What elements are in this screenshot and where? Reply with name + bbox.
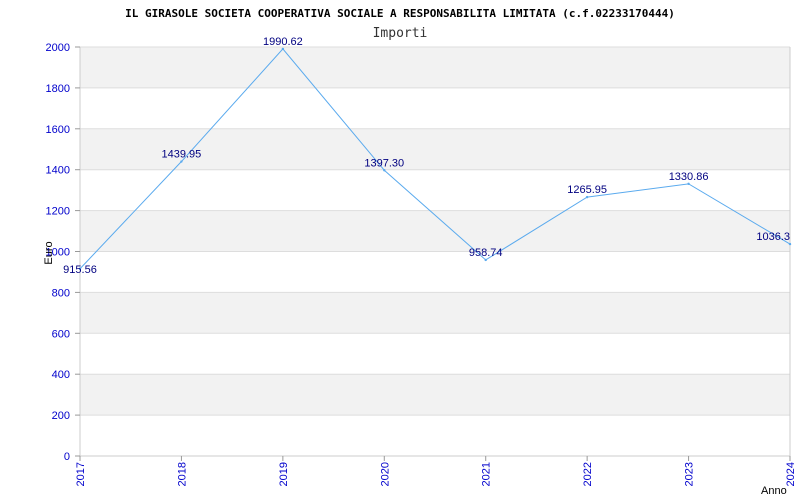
x-tick-label: 2021 (481, 462, 493, 486)
data-label: 1330.86 (669, 171, 709, 183)
data-label: 1036.3 (756, 231, 790, 243)
x-tick-label: 2024 (785, 462, 797, 486)
chart-title: IL GIRASOLE SOCIETA COOPERATIVA SOCIALE … (125, 7, 675, 20)
data-label: 915.56 (63, 264, 97, 276)
data-label: 1990.62 (263, 36, 303, 48)
x-tick-label: 2022 (582, 462, 594, 486)
y-tick-label: 1400 (46, 165, 70, 177)
x-tick-label: 2019 (278, 462, 290, 486)
y-tick-label: 1600 (46, 124, 70, 136)
data-label: 1265.95 (567, 184, 607, 196)
grid-band (80, 374, 790, 416)
data-label: 1439.95 (162, 149, 202, 161)
y-axis-label: Euro (43, 241, 55, 264)
y-tick-label: 400 (52, 369, 70, 381)
x-tick-label: 2020 (379, 462, 391, 486)
data-point (383, 169, 386, 172)
y-tick-label: 1200 (46, 206, 70, 218)
chart-subtitle: Importi (373, 26, 428, 41)
x-tick-label: 2023 (684, 462, 696, 486)
data-point (788, 242, 792, 246)
x-axis-ticks: 2017 2018 2019 2020 2021 2022 2023 2024 (75, 456, 797, 486)
data-point (180, 160, 183, 163)
plot-background-bands (80, 47, 790, 416)
data-point (585, 195, 589, 199)
y-tick-label: 0 (64, 451, 70, 463)
line-chart: IL GIRASOLE SOCIETA COOPERATIVA SOCIALE … (43, 7, 797, 497)
x-axis-label: Anno (761, 485, 787, 497)
y-tick-label: 200 (52, 410, 70, 422)
data-label: 958.74 (469, 247, 503, 259)
y-tick-label: 1800 (46, 83, 70, 95)
x-tick-label: 2017 (75, 462, 87, 486)
data-label: 1397.30 (364, 157, 404, 169)
data-point (687, 182, 690, 186)
grid-band (80, 47, 790, 88)
grid-band (80, 210, 790, 252)
y-tick-label: 600 (52, 328, 70, 340)
data-point (484, 258, 487, 262)
grid-band (80, 292, 790, 334)
y-tick-label: 2000 (46, 42, 70, 54)
x-tick-label: 2018 (176, 462, 188, 486)
y-tick-label: 800 (52, 287, 70, 299)
data-point (281, 47, 285, 51)
